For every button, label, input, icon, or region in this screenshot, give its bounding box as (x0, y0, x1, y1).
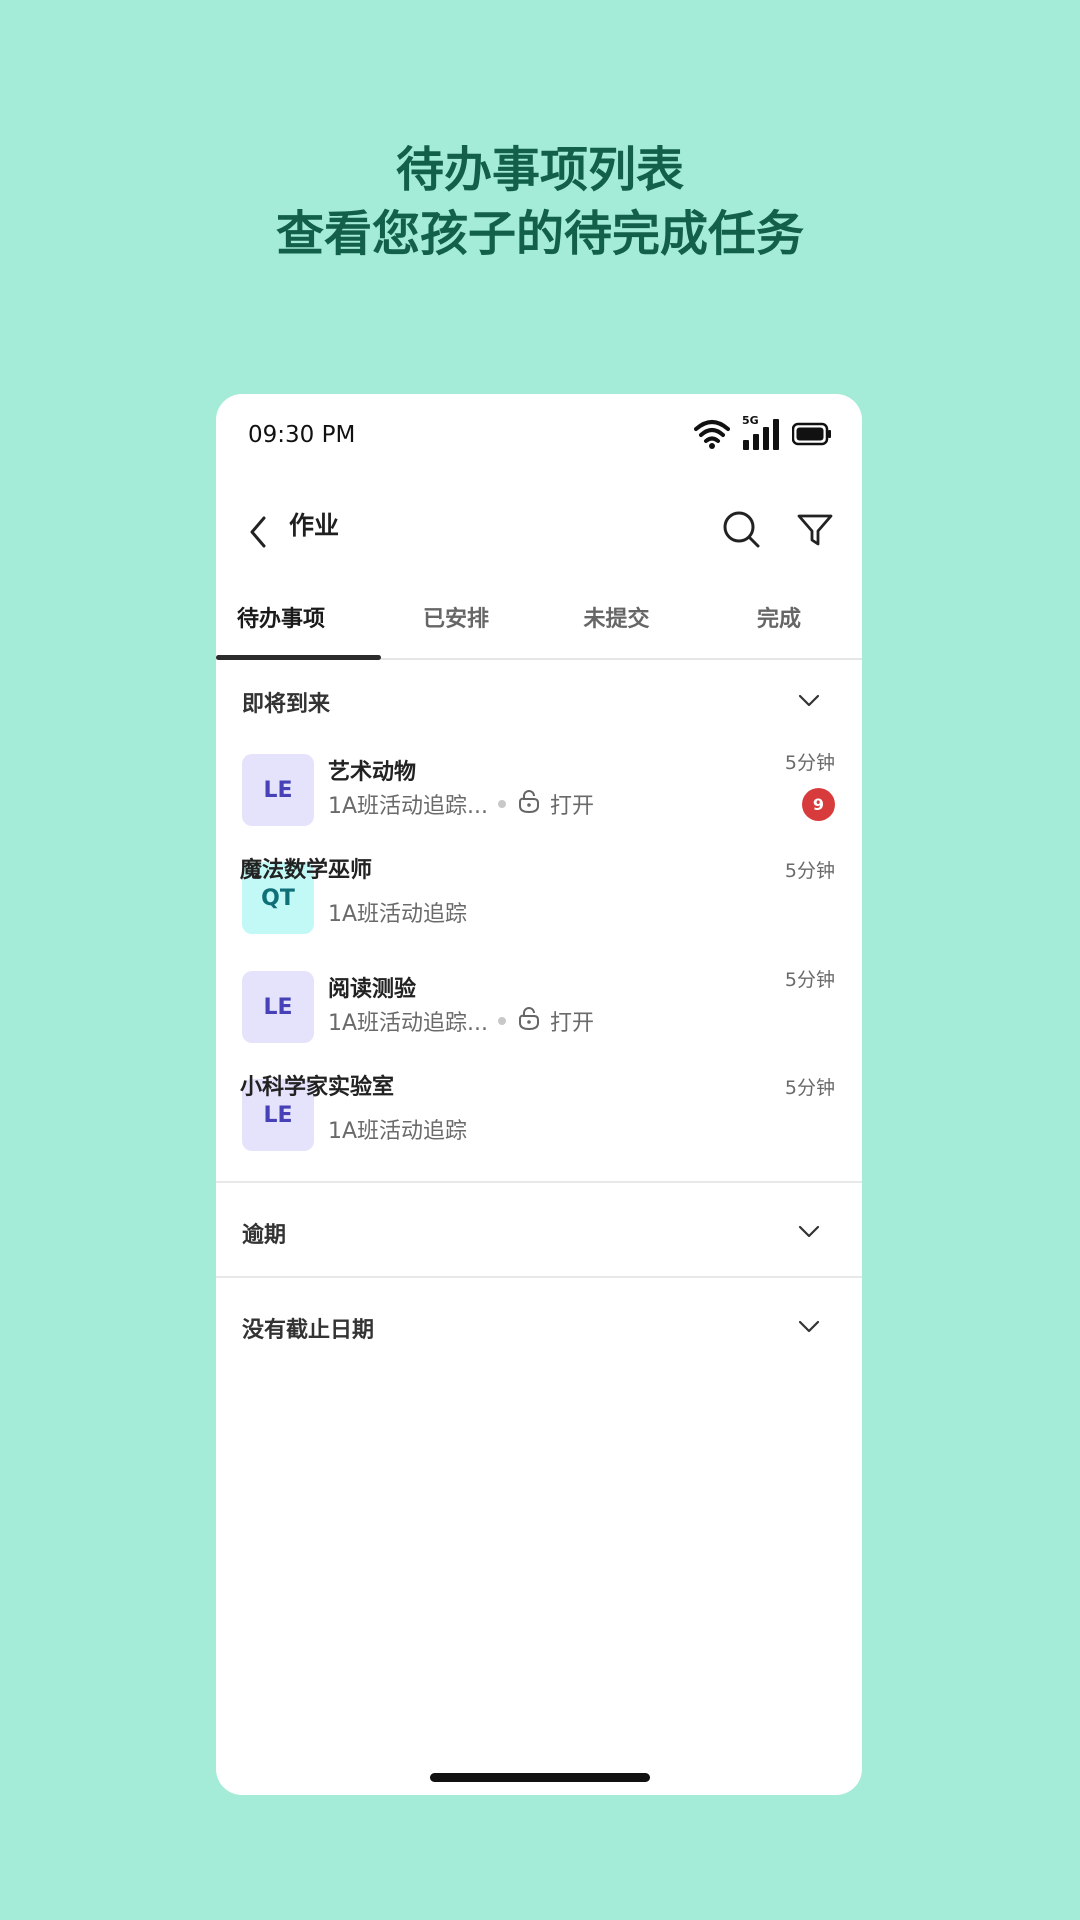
list-item[interactable]: LE 小科学家实验室 1A班活动追踪 5分钟 (216, 1073, 862, 1173)
active-tab-indicator (216, 655, 381, 660)
tab-completed[interactable]: 完成 (704, 576, 854, 658)
item-subtitle-row: 1A班活动追踪... 打开 (328, 788, 594, 820)
section-upcoming-title: 即将到来 (242, 692, 331, 717)
list-item[interactable]: LE 艺术动物 1A班活动追踪... 打开 5分钟 9 (216, 748, 862, 848)
item-title: 艺术动物 (328, 760, 417, 785)
filter-button[interactable] (796, 510, 840, 554)
item-subtitle: 1A班活动追踪 (328, 902, 468, 927)
notification-badge: 9 (802, 788, 835, 821)
tab-bar: 待办事项 已安排 未提交 完成 (216, 576, 862, 660)
signal-icon: 5G (742, 414, 780, 450)
lock-open-icon (516, 1005, 542, 1037)
lock-open-icon (516, 788, 542, 820)
item-title: 小科学家实验室 (240, 1075, 395, 1100)
chevron-down-icon (796, 1221, 822, 1241)
section-no-due-date[interactable]: 没有截止日期 (216, 1296, 862, 1356)
item-subtitle: 1A班活动追踪 (328, 1119, 468, 1144)
avatar: LE (242, 971, 314, 1043)
item-title: 阅读测验 (328, 977, 417, 1002)
filter-icon (796, 514, 834, 554)
section-overdue[interactable]: 逾期 (216, 1201, 862, 1261)
list-item[interactable]: LE 阅读测验 1A班活动追踪... 打开 5分钟 (216, 965, 862, 1065)
search-button[interactable] (722, 510, 766, 554)
item-subtitle: 1A班活动追踪... (328, 1011, 489, 1036)
wifi-icon (694, 419, 730, 449)
top-app-bar: 作业 (216, 494, 862, 574)
back-arrow-icon (248, 515, 268, 553)
tab-todo[interactable]: 待办事项 (216, 576, 346, 658)
item-subtitle: 1A班活动追踪... (328, 794, 489, 819)
item-time: 5分钟 (784, 969, 835, 991)
chevron-down-icon (796, 1316, 822, 1336)
section-overdue-title: 逾期 (242, 1223, 287, 1248)
item-title: 魔法数学巫师 (240, 858, 373, 883)
page-title: 作业 (289, 511, 340, 540)
section-upcoming[interactable]: 即将到来 (216, 670, 862, 730)
list-item[interactable]: QT 魔法数学巫师 1A班活动追踪 5分钟 (216, 856, 862, 956)
battery-icon (792, 422, 832, 446)
section-no-due-date-title: 没有截止日期 (242, 1318, 375, 1343)
separator-dot (498, 1017, 507, 1025)
tab-scheduled[interactable]: 已安排 (381, 576, 531, 658)
tab-not-submitted[interactable]: 未提交 (539, 576, 694, 658)
item-time: 5分钟 (784, 752, 835, 774)
network-type-label: 5G (742, 414, 759, 427)
separator-dot (498, 800, 507, 808)
status-time: 09:30 PM (248, 422, 356, 448)
promo-headline-line1: 待办事项列表 (395, 142, 684, 198)
divider (216, 1276, 862, 1278)
item-status: 打开 (550, 794, 595, 819)
item-time: 5分钟 (784, 860, 835, 882)
status-icons: 5G (694, 414, 832, 450)
avatar: LE (242, 754, 314, 826)
promo-headline-line2: 查看您孩子的待完成任务 (275, 206, 804, 262)
item-subtitle-row: 1A班活动追踪... 打开 (328, 1005, 594, 1037)
phone-screen: 09:30 PM 5G 作业 待办事项 已安排 未提交 完成 即将到来 LE 艺… (216, 394, 862, 1795)
item-status: 打开 (550, 1011, 595, 1036)
home-indicator[interactable] (430, 1773, 650, 1782)
search-icon (722, 511, 762, 554)
divider (216, 1181, 862, 1183)
item-time: 5分钟 (784, 1077, 835, 1099)
chevron-down-icon (796, 690, 822, 710)
promo-headline: 待办事项列表 查看您孩子的待完成任务 (0, 138, 1080, 266)
back-button[interactable] (238, 512, 278, 556)
